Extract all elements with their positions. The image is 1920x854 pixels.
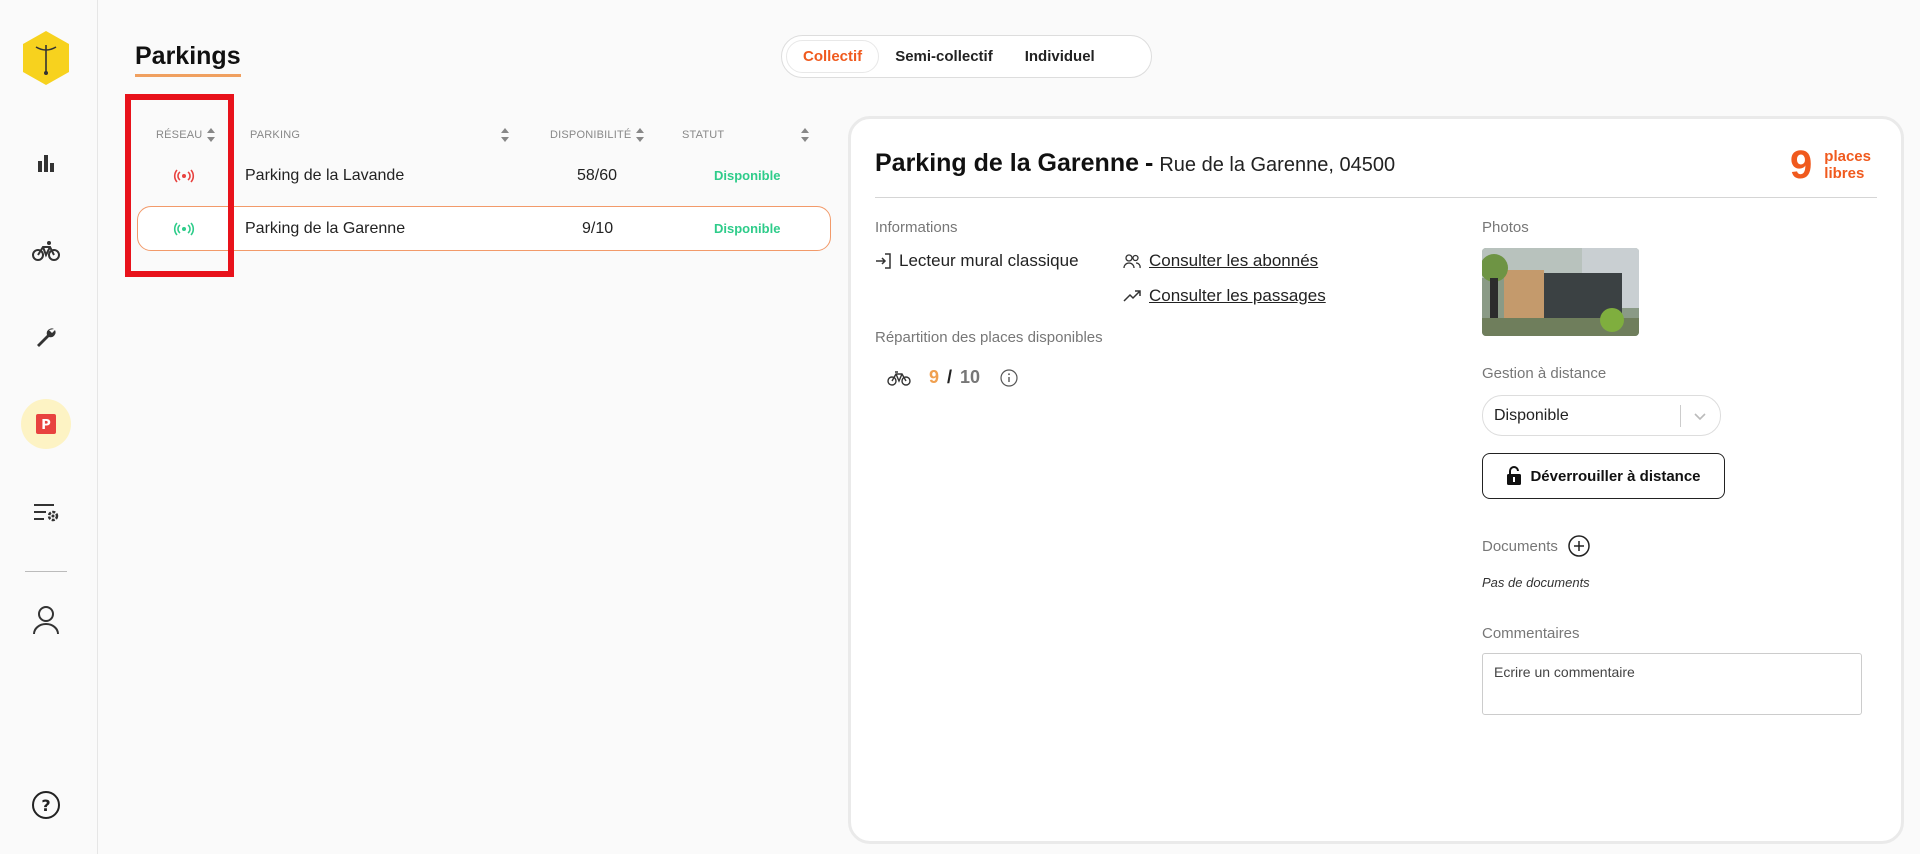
remote-status-select[interactable]: Disponible xyxy=(1482,395,1721,436)
user-icon[interactable] xyxy=(21,595,71,645)
table-row[interactable]: Parking de la Lavande 58/60 Disponible xyxy=(137,153,831,198)
detail-title: Parking de la Garenne - Rue de la Garenn… xyxy=(875,149,1395,178)
documents-section: Documents xyxy=(1482,535,1590,557)
users-icon xyxy=(1123,254,1141,269)
status-badge: Disponible xyxy=(714,221,781,236)
page-title: Parkings xyxy=(135,42,241,77)
sign-in-icon xyxy=(876,253,891,269)
title-separator: - xyxy=(1145,149,1154,177)
info-icon[interactable] xyxy=(1000,368,1018,387)
stats-icon[interactable] xyxy=(21,138,71,188)
distribution-label: Répartition des places disponibles xyxy=(875,329,1103,346)
settings-list-icon[interactable] xyxy=(21,487,71,537)
passages-link[interactable]: Consulter les passages xyxy=(1123,286,1326,306)
sort-icon[interactable] xyxy=(801,128,810,142)
column-header-status[interactable]: STATUT xyxy=(682,128,810,142)
comments-label: Commentaires xyxy=(1482,625,1580,642)
highlight-box xyxy=(125,94,234,277)
svg-text:?: ? xyxy=(41,796,50,815)
tab-individuel[interactable]: Individuel xyxy=(1009,40,1111,73)
informations-label: Informations xyxy=(875,219,958,236)
detail-parking-name: Parking de la Garenne xyxy=(875,149,1139,177)
column-header-parking[interactable]: PARKING xyxy=(250,128,510,142)
wrench-icon[interactable] xyxy=(21,312,71,362)
remote-unlock-button[interactable]: Déverrouiller à distance xyxy=(1482,453,1725,499)
bike-icon xyxy=(887,370,911,386)
bike-availability: 9 / 10 xyxy=(887,367,1018,388)
detail-address: Rue de la Garenne, 04500 xyxy=(1159,154,1396,176)
status-badge: Disponible xyxy=(714,168,781,183)
table-row[interactable]: Parking de la Garenne 9/10 Disponible xyxy=(137,206,831,251)
logo-icon[interactable] xyxy=(21,31,71,85)
parking-name: Parking de la Garenne xyxy=(245,219,406,237)
reader-info: Lecteur mural classique xyxy=(875,251,1079,271)
no-documents-text: Pas de documents xyxy=(1482,575,1590,590)
availability: 58/60 xyxy=(577,166,618,184)
bike-icon[interactable] xyxy=(21,226,71,276)
parking-detail-panel: Parking de la Garenne - Rue de la Garenn… xyxy=(848,116,1904,844)
sidebar: P ? xyxy=(0,0,98,854)
parking-photo[interactable] xyxy=(1482,248,1639,336)
svg-text:P: P xyxy=(41,418,51,433)
subscribers-link[interactable]: Consulter les abonnés xyxy=(1123,251,1318,271)
trending-up-icon xyxy=(1123,290,1141,302)
free-places-label: places libres xyxy=(1824,148,1871,182)
parking-icon[interactable]: P xyxy=(21,399,71,449)
tab-semi-collectif[interactable]: Semi-collectif xyxy=(879,40,1009,73)
photos-label: Photos xyxy=(1482,219,1529,236)
sort-icon[interactable] xyxy=(501,128,510,142)
free-places-count: 9 xyxy=(1790,143,1813,187)
sidebar-divider xyxy=(25,571,67,572)
column-header-availability[interactable]: DISPONIBILITÉ xyxy=(550,128,645,142)
remote-label: Gestion à distance xyxy=(1482,365,1607,382)
parking-name: Parking de la Lavande xyxy=(245,166,405,184)
free-places: 9 places libres xyxy=(1790,145,1871,185)
tab-collectif[interactable]: Collectif xyxy=(786,40,880,73)
add-document-icon[interactable] xyxy=(1568,535,1590,557)
availability: 9/10 xyxy=(582,219,614,237)
comment-input[interactable] xyxy=(1482,653,1862,715)
divider xyxy=(875,197,1877,198)
help-icon[interactable]: ? xyxy=(21,780,71,830)
sort-icon[interactable] xyxy=(636,128,645,142)
category-tabs: Collectif Semi-collectif Individuel xyxy=(781,35,1152,78)
unlock-icon xyxy=(1507,466,1522,485)
chevron-down-icon xyxy=(1694,413,1706,421)
